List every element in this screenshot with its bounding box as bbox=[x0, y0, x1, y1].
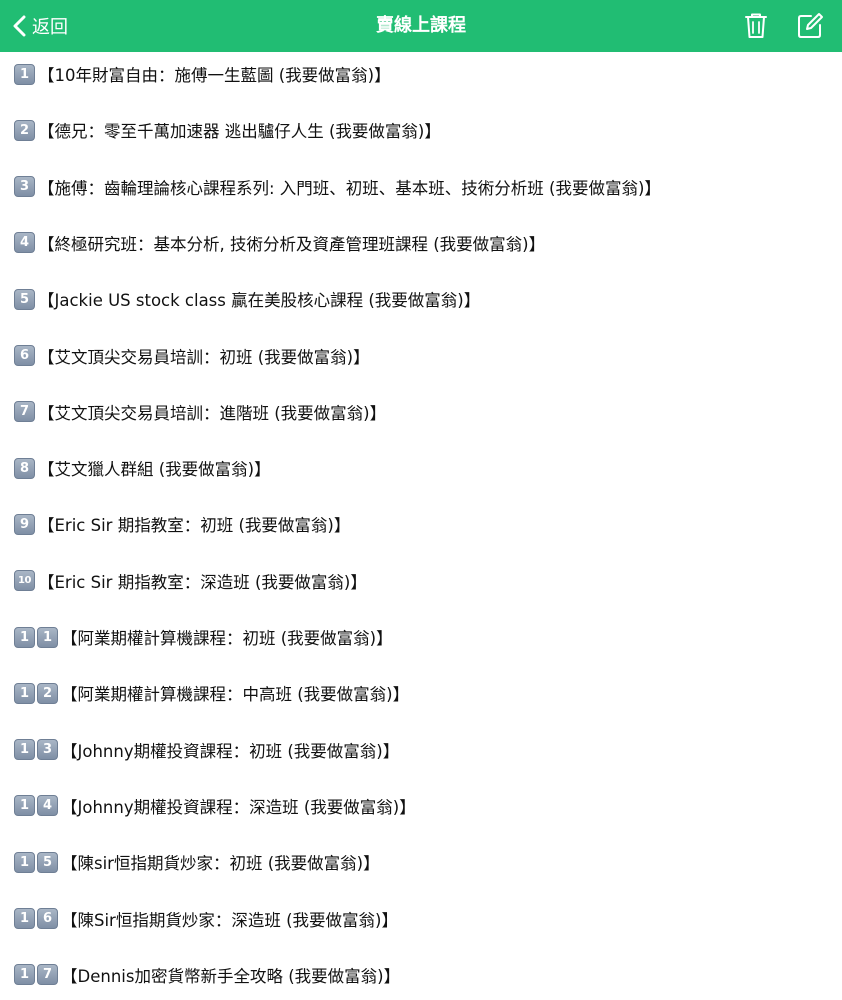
course-title: 【陳Sir恒指期貨炒家：深造班 (我要做富翁)】 bbox=[61, 910, 398, 930]
trash-icon bbox=[745, 13, 767, 38]
list-item: 1 5 【陳sir恒指期貨炒家：初班 (我要做富翁)】 bbox=[14, 850, 380, 874]
keycap-number-icon: 1 bbox=[14, 682, 35, 704]
keycap-number-icon: 2 bbox=[14, 119, 35, 141]
course-title: 【Dennis加密貨幣新手全攻略 (我要做富翁)】 bbox=[61, 966, 401, 986]
keycap-number-icon: 7 bbox=[37, 964, 58, 986]
keycap-number-icon: 2 bbox=[37, 682, 58, 704]
keycap-number-icon: 3 bbox=[37, 739, 58, 761]
keycap-number-icon: 1 bbox=[14, 964, 35, 986]
course-title: 【施傅：齒輪理論核心課程系列: 入門班、初班、基本班、技術分析班 (我要做富翁)… bbox=[38, 178, 661, 198]
course-title: 【阿業期權計算機課程：初班 (我要做富翁)】 bbox=[61, 629, 393, 648]
keycap-number-icon: 6 bbox=[14, 345, 35, 366]
keycap-number-icon: 1 bbox=[14, 795, 35, 817]
list-item: 1 7 【Dennis加密貨幣新手全攻略 (我要做富翁)】 bbox=[14, 963, 400, 987]
keycap-number-icon: 5 bbox=[37, 851, 58, 873]
course-title: 【艾文頂尖交易員培訓：初班 (我要做富翁)】 bbox=[38, 347, 370, 367]
list-item: 1 6 【陳Sir恒指期貨炒家：深造班 (我要做富翁)】 bbox=[14, 907, 398, 931]
keycap-number-icon: 1 bbox=[37, 626, 58, 648]
list-item: 1 4 【Johnny期權投資課程：深造班 (我要做富翁)】 bbox=[14, 794, 416, 818]
keycap-number-icon: 10 bbox=[14, 570, 35, 592]
list-item: 3 【施傅：齒輪理論核心課程系列: 入門班、初班、基本班、技術分析班 (我要做富翁… bbox=[14, 175, 661, 199]
keycap-number-icon: 9 bbox=[14, 513, 35, 535]
list-item: 8 【艾文獵人群組 (我要做富翁)】 bbox=[14, 456, 271, 480]
course-title: 【10年財富自由：施傅一生藍圖 (我要做富翁)】 bbox=[38, 66, 391, 85]
back-label: 返回 bbox=[32, 17, 68, 38]
keycap-number-icon: 5 bbox=[14, 288, 35, 310]
back-button[interactable]: 返回 bbox=[12, 0, 68, 52]
keycap-number-icon: 1 bbox=[14, 851, 35, 873]
page-title: 賣線上課程 bbox=[376, 15, 466, 36]
list-item: 6 【艾文頂尖交易員培訓：初班 (我要做富翁)】 bbox=[14, 344, 370, 368]
list-item: 1 3 【Johnny期權投資課程：初班 (我要做富翁)】 bbox=[14, 738, 399, 762]
course-title: 【阿業期權計算機課程：中高班 (我要做富翁)】 bbox=[61, 685, 410, 705]
course-title: 【艾文獵人群組 (我要做富翁)】 bbox=[38, 460, 271, 480]
keycap-number-icon: 1 bbox=[14, 626, 35, 648]
edit-button[interactable] bbox=[795, 11, 825, 41]
list-item: 1 2 【阿業期權計算機課程：中高班 (我要做富翁)】 bbox=[14, 681, 409, 705]
list-item: 10 【Eric Sir 期指教室：深造班 (我要做富翁)】 bbox=[14, 569, 367, 593]
list-item: 7 【艾文頂尖交易員培訓：進階班 (我要做富翁)】 bbox=[14, 400, 386, 424]
list-item: 2 【德兄：零至千萬加速器 逃出驢仔人生 (我要做富翁)】 bbox=[14, 118, 441, 142]
navigation-bar: 返回 賣線上課程 bbox=[0, 0, 842, 52]
list-item: 1 【10年財富自由：施傅一生藍圖 (我要做富翁)】 bbox=[14, 62, 391, 86]
keycap-number-icon: 4 bbox=[37, 795, 58, 817]
course-title: 【Jackie US stock class 贏在美股核心課程 (我要做富翁)】 bbox=[38, 291, 481, 311]
list-item: 4 【終極研究班：基本分析, 技術分析及資產管理班課程 (我要做富翁)】 bbox=[14, 231, 545, 255]
keycap-number-icon: 1 bbox=[14, 739, 35, 761]
course-title: 【陳sir恒指期貨炒家：初班 (我要做富翁)】 bbox=[61, 854, 380, 874]
delete-button[interactable] bbox=[741, 11, 771, 41]
compose-icon bbox=[798, 13, 823, 38]
course-title: 【Johnny期權投資課程：深造班 (我要做富翁)】 bbox=[61, 797, 416, 817]
chevron-left-icon bbox=[13, 15, 26, 37]
list-item: 9 【Eric Sir 期指教室：初班 (我要做富翁)】 bbox=[14, 512, 350, 536]
keycap-number-icon: 4 bbox=[14, 232, 35, 254]
list-item: 5 【Jackie US stock class 贏在美股核心課程 (我要做富翁)… bbox=[14, 287, 480, 311]
course-title: 【艾文頂尖交易員培訓：進階班 (我要做富翁)】 bbox=[38, 403, 387, 423]
course-title: 【德兄：零至千萬加速器 逃出驢仔人生 (我要做富翁)】 bbox=[38, 122, 441, 142]
keycap-number-icon: 6 bbox=[37, 908, 58, 929]
keycap-number-icon: 8 bbox=[14, 457, 35, 479]
course-title: 【終極研究班：基本分析, 技術分析及資產管理班課程 (我要做富翁)】 bbox=[38, 234, 546, 254]
keycap-number-icon: 7 bbox=[14, 401, 35, 423]
list-item: 1 1 【阿業期權計算機課程：初班 (我要做富翁)】 bbox=[14, 625, 393, 649]
keycap-number-icon: 3 bbox=[14, 176, 35, 198]
course-title: 【Eric Sir 期指教室：初班 (我要做富翁)】 bbox=[38, 516, 351, 536]
keycap-number-icon: 1 bbox=[14, 63, 35, 85]
keycap-number-icon: 1 bbox=[14, 908, 35, 929]
course-title: 【Johnny期權投資課程：初班 (我要做富翁)】 bbox=[61, 741, 400, 761]
course-title: 【Eric Sir 期指教室：深造班 (我要做富翁)】 bbox=[38, 572, 367, 592]
